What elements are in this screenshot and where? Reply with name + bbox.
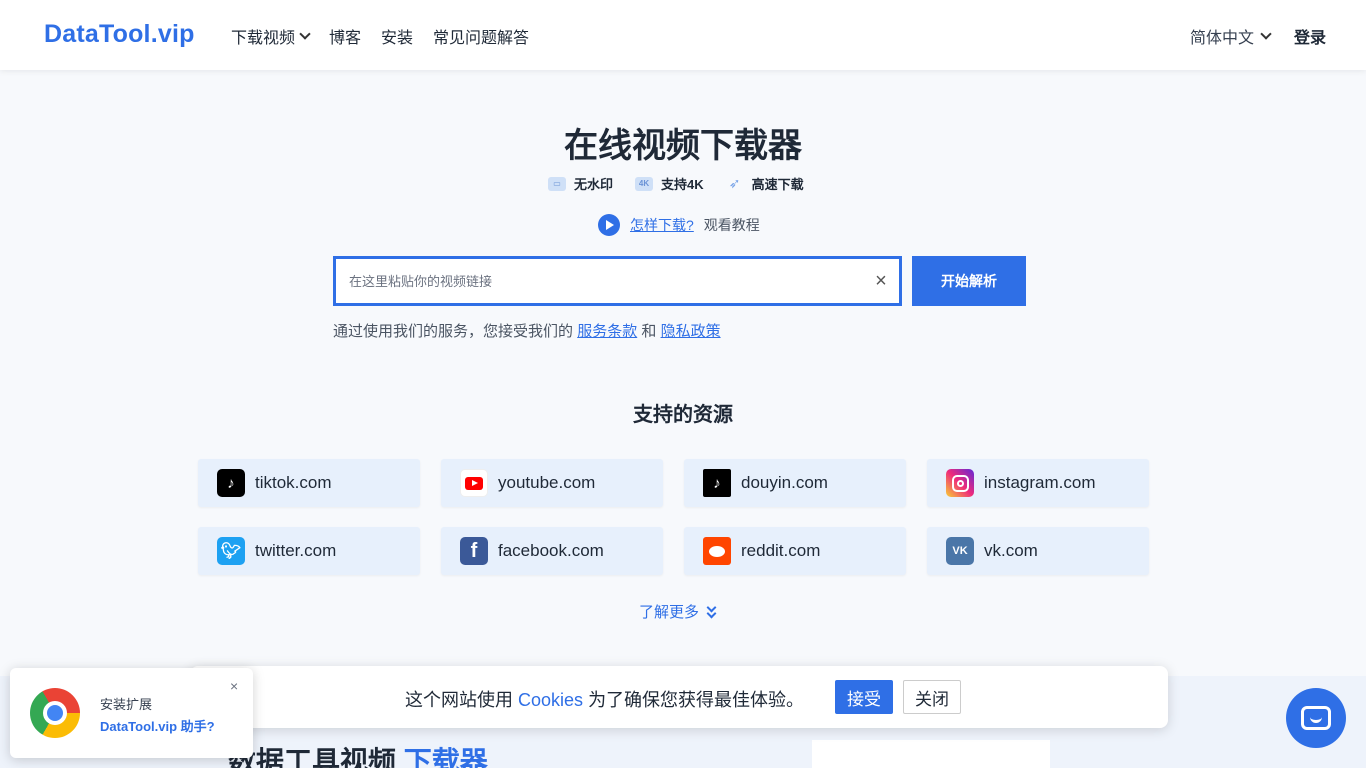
login-link[interactable]: 登录 [1294, 24, 1326, 48]
learn-more-link[interactable]: 了解更多 [639, 601, 717, 622]
terms-of-service-link[interactable]: 服务条款 [577, 323, 637, 340]
source-douyin[interactable]: ♪ douyin.com [684, 459, 906, 507]
feature-label: 高速下载 [751, 177, 804, 192]
terms-text: 通过使用我们的服务，您接受我们的 服务条款 和 隐私政策 [333, 320, 721, 341]
close-icon[interactable]: × [230, 678, 238, 694]
howto-row: 怎样下载? 观看教程 [598, 214, 760, 236]
source-label: youtube.com [498, 473, 596, 492]
chrome-icon [30, 688, 80, 738]
extension-name[interactable]: DataTool.vip 助手? [100, 716, 215, 735]
main-nav: 下载视频 博客 安装 常见问题解答 [231, 24, 529, 48]
site-logo[interactable]: DataTool.vip [44, 20, 195, 49]
nav-download-video-label: 下载视频 [231, 30, 296, 47]
accept-cookies-button[interactable]: 接受 [835, 680, 893, 714]
source-tiktok[interactable]: ♪ tiktok.com [198, 459, 420, 507]
feature-no-watermark: ▭ 无水印 [548, 174, 613, 193]
nav-faq[interactable]: 常见问题解答 [433, 24, 529, 48]
intro-heading-text: 数据工具视频 [228, 746, 397, 768]
source-label: douyin.com [741, 473, 828, 492]
twitter-icon: 🐦︎ [217, 537, 245, 565]
extension-title: 安装扩展 [100, 697, 153, 712]
nav-blog-label: 博客 [329, 30, 362, 47]
nav-download-video[interactable]: 下载视频 [231, 24, 311, 48]
feature-4k: 4K 支持4K [635, 174, 704, 193]
source-youtube[interactable]: youtube.com [441, 459, 663, 507]
source-label: instagram.com [984, 473, 1096, 492]
cookie-banner: 这个网站使用 Cookies 为了确保您获得最佳体验。 接受 关闭 [190, 666, 1168, 728]
howto-link[interactable]: 怎样下载? [630, 215, 694, 235]
source-reddit[interactable]: reddit.com [684, 527, 906, 575]
close-cookies-button[interactable]: 关闭 [903, 680, 961, 714]
play-icon[interactable] [598, 214, 620, 236]
search-box: × [333, 256, 902, 306]
chat-bubble-icon [1301, 706, 1331, 730]
feature-list: ▭ 无水印 4K 支持4K ➶ 高速下载 [548, 174, 804, 193]
extension-popup[interactable]: 安装扩展 DataTool.vip 助手? × [10, 668, 253, 758]
nav-install-label: 安装 [381, 30, 414, 47]
rocket-icon: ➶ [728, 175, 741, 191]
source-label: twitter.com [255, 541, 337, 560]
reddit-icon [703, 537, 731, 565]
intro-heading-accent: 下载器 [403, 746, 488, 768]
source-instagram[interactable]: instagram.com [927, 459, 1149, 507]
douyin-icon: ♪ [703, 469, 731, 497]
chevron-down-icon [299, 28, 311, 40]
vk-icon: VK [946, 537, 974, 565]
terms-and: 和 [641, 323, 657, 340]
feature-label: 无水印 [574, 177, 614, 192]
language-label: 简体中文 [1190, 30, 1255, 47]
intro-heading: 数据工具视频 下载器 [228, 740, 488, 768]
chat-button[interactable] [1286, 688, 1346, 748]
source-label: reddit.com [741, 541, 821, 560]
page-title: 在线视频下载器 [564, 127, 802, 165]
facebook-icon: f [460, 537, 488, 565]
top-navbar: DataTool.vip 下载视频 博客 安装 常见问题解答 简体中文 登录 [0, 0, 1366, 70]
cookie-text-a: 这个网站使用 [405, 690, 513, 710]
4k-icon: 4K [635, 176, 654, 191]
source-vk[interactable]: VK vk.com [927, 527, 1149, 575]
language-selector[interactable]: 简体中文 [1190, 24, 1272, 48]
watch-tutorial-text: 观看教程 [703, 217, 760, 233]
cookie-text-b: 为了确保您获得最佳体验。 [588, 690, 805, 710]
video-url-input[interactable] [336, 273, 863, 289]
learn-more-label: 了解更多 [639, 604, 700, 621]
source-facebook[interactable]: f facebook.com [441, 527, 663, 575]
chevron-down-icon [1260, 28, 1272, 40]
source-label: tiktok.com [255, 473, 332, 492]
cookie-message: 这个网站使用 Cookies 为了确保您获得最佳体验。 [405, 686, 804, 712]
instagram-icon [946, 469, 974, 497]
source-label: vk.com [984, 541, 1038, 560]
feature-label: 支持4K [661, 177, 704, 192]
youtube-icon [460, 469, 488, 497]
start-parse-button[interactable]: 开始解析 [912, 256, 1026, 306]
privacy-policy-link[interactable]: 隐私政策 [661, 323, 721, 340]
clear-icon[interactable]: × [863, 270, 899, 293]
source-label: facebook.com [498, 541, 604, 560]
tiktok-icon: ♪ [217, 469, 245, 497]
intro-card [812, 740, 1050, 768]
nav-faq-label: 常见问题解答 [433, 30, 530, 47]
nav-blog[interactable]: 博客 [329, 24, 361, 48]
supported-sources-title: 支持的资源 [633, 404, 733, 426]
cookies-link[interactable]: Cookies [518, 690, 583, 710]
double-chevron-down-icon [706, 602, 717, 619]
source-twitter[interactable]: 🐦︎ twitter.com [198, 527, 420, 575]
sources-grid: ♪ tiktok.com youtube.com ♪ douyin.com in… [198, 459, 1150, 575]
terms-prefix: 通过使用我们的服务，您接受我们的 [333, 323, 574, 340]
nav-install[interactable]: 安装 [381, 24, 413, 48]
feature-fast-download: ➶ 高速下载 [726, 174, 804, 193]
watermark-icon: ▭ [548, 176, 566, 191]
